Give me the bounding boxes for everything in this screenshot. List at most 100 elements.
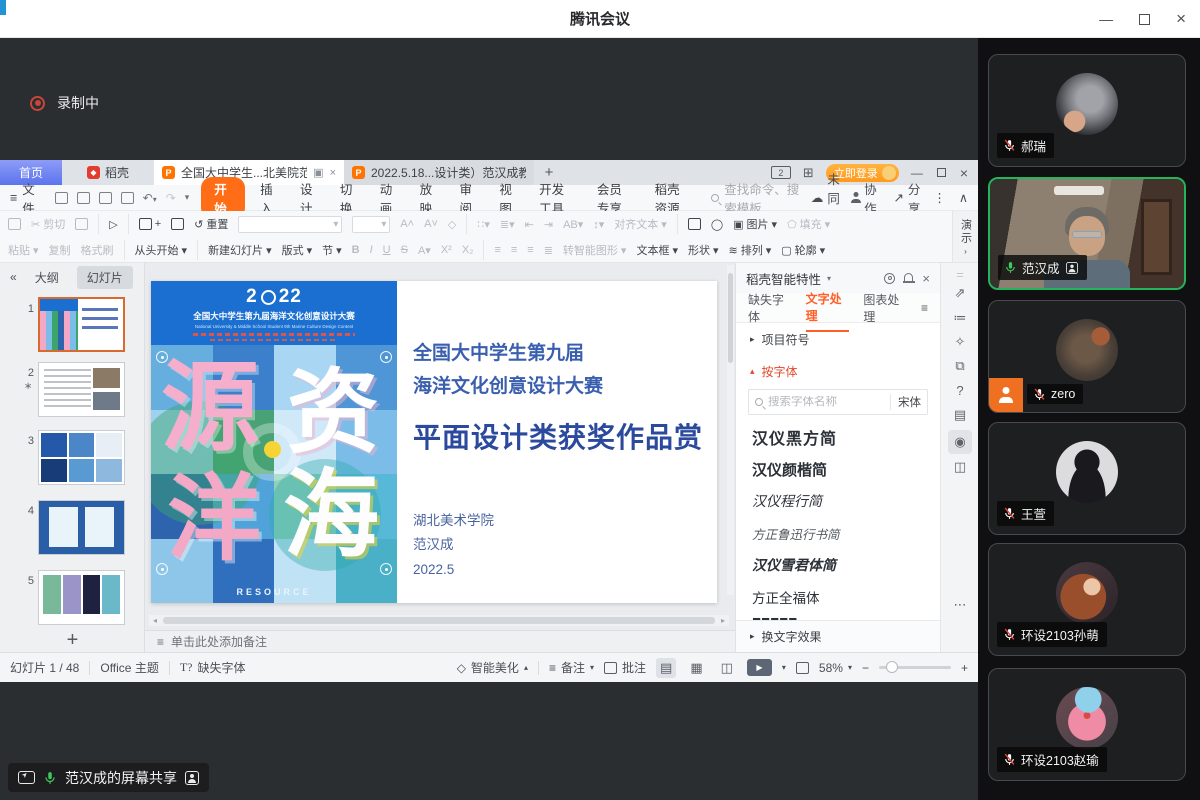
- section-by-font[interactable]: ▴ 按字体: [736, 355, 940, 387]
- picture-button[interactable]: ▣ 图片▾: [733, 216, 777, 232]
- tab-text-processing[interactable]: 文字处理: [806, 284, 850, 332]
- pin-icon[interactable]: ▣: [313, 166, 323, 179]
- current-slide[interactable]: 源 资 洋 海 2 22 全国大中学: [151, 281, 717, 603]
- align-center-icon[interactable]: ≡: [511, 244, 517, 256]
- theme-name[interactable]: Office 主题: [100, 659, 158, 676]
- export-icon[interactable]: [77, 192, 90, 204]
- cut-button[interactable]: ✂ 剪切: [31, 216, 65, 232]
- close-panel-icon[interactable]: ×: [922, 271, 930, 286]
- quick-tools-icon[interactable]: ⇗: [941, 285, 979, 301]
- shapes-icon[interactable]: ◯: [711, 218, 723, 231]
- format-painter-button[interactable]: 格式刷: [81, 242, 114, 258]
- textbox-icon[interactable]: [688, 218, 701, 230]
- slide-thumbnail-1[interactable]: [38, 297, 125, 352]
- collapse-panel-icon[interactable]: «: [10, 270, 17, 284]
- subscript-icon[interactable]: X₂: [462, 244, 474, 256]
- save-icon[interactable]: [55, 192, 68, 204]
- slide-thumbnail-5[interactable]: [38, 570, 125, 625]
- font-option[interactable]: 汉仪黑方简: [736, 421, 940, 453]
- tab-docer[interactable]: ◆ 稻壳: [62, 160, 154, 185]
- play-options-caret-icon[interactable]: ▾: [782, 663, 786, 672]
- indent-decrease-icon[interactable]: ⇤: [525, 218, 534, 231]
- more-options-icon[interactable]: ⋮: [933, 190, 946, 205]
- print-icon[interactable]: [99, 192, 112, 204]
- strikethrough-icon[interactable]: S: [401, 244, 408, 256]
- vertical-scrollbar[interactable]: [727, 265, 734, 595]
- font-search-box[interactable]: 宋体: [748, 389, 928, 415]
- close-tab-icon[interactable]: ×: [330, 167, 336, 179]
- close-icon[interactable]: ×: [1176, 9, 1186, 29]
- numbered-list-icon[interactable]: ≣▾: [500, 218, 515, 231]
- from-start-button[interactable]: 从头开始▾: [135, 242, 188, 258]
- undo-icon[interactable]: ↶▾: [143, 191, 157, 205]
- outline-button[interactable]: ▢ 轮廓▾: [781, 242, 825, 258]
- participant-tile-wangxuan[interactable]: 王萱: [988, 422, 1186, 535]
- zoom-level[interactable]: 58% ▾: [819, 661, 852, 675]
- reading-view-icon[interactable]: ◫: [717, 658, 737, 678]
- font-size-box[interactable]: ▾: [352, 216, 390, 233]
- help-icon[interactable]: ?: [941, 383, 979, 398]
- panel-menu-icon[interactable]: ≡: [921, 301, 928, 315]
- participant-tile-zero[interactable]: zero: [988, 300, 1186, 413]
- screen-share-banner[interactable]: 范汉成的屏幕共享: [8, 763, 209, 792]
- align-right-icon[interactable]: ≡: [527, 244, 533, 256]
- font-option[interactable]: 汉仪颜楷简: [736, 453, 940, 485]
- layout-icon[interactable]: [171, 218, 184, 230]
- copy-button[interactable]: 复制: [49, 242, 71, 258]
- missing-font-status[interactable]: T? 缺失字体: [180, 659, 246, 676]
- image-tools-icon[interactable]: ▤: [941, 407, 979, 423]
- tab-outline[interactable]: 大纲: [31, 266, 63, 289]
- zoom-slider-knob[interactable]: [886, 661, 898, 673]
- participant-tile-sunmeng[interactable]: 环设2103孙萌: [988, 543, 1186, 656]
- notes-button[interactable]: ≡ 备注 ▾: [549, 659, 594, 676]
- participant-tile-fanhancheng[interactable]: 范汉成: [988, 177, 1186, 290]
- panel-title-caret-icon[interactable]: ▾: [827, 274, 831, 283]
- justify-icon[interactable]: ≣: [544, 244, 553, 257]
- reading-mode-icon[interactable]: ◫: [941, 459, 979, 475]
- collapse-ribbon-icon[interactable]: ∧: [959, 190, 968, 205]
- normal-view-icon[interactable]: ▤: [656, 658, 676, 678]
- tab-slides[interactable]: 幻灯片: [77, 266, 133, 289]
- slideshow-play-button[interactable]: ▶: [747, 659, 772, 676]
- font-option[interactable]: 方正全福体: [736, 581, 940, 613]
- docer-features-icon[interactable]: ◉: [948, 430, 972, 454]
- new-slide-icon[interactable]: +: [139, 218, 161, 230]
- present-side-button[interactable]: 演示 ›: [952, 211, 978, 263]
- font-option[interactable]: 汉仪雪君体简: [736, 549, 940, 581]
- participant-tile-haorui[interactable]: 郝瑞: [988, 54, 1186, 167]
- properties-icon[interactable]: ≔: [941, 310, 979, 326]
- more-tools-icon[interactable]: ⋯: [941, 597, 979, 613]
- decrease-font-icon[interactable]: A˅: [424, 218, 438, 230]
- align-left-icon[interactable]: ≡: [494, 244, 500, 256]
- redo-icon[interactable]: ↷: [166, 191, 176, 205]
- slide-thumbnail-4[interactable]: [38, 500, 125, 555]
- participant-tile-zhaoyu[interactable]: 环设2103赵瑜: [988, 668, 1186, 781]
- horizontal-scrollbar[interactable]: ◂ ▸: [149, 615, 729, 626]
- add-slide-button[interactable]: +: [0, 629, 145, 652]
- paste-icon[interactable]: [8, 218, 21, 230]
- clear-format-icon[interactable]: ◇: [448, 218, 456, 231]
- tab-missing-fonts[interactable]: 缺失字体: [748, 285, 792, 331]
- font-option[interactable]: 汉仪程行简: [736, 485, 940, 517]
- layout-button[interactable]: 版式▾: [282, 242, 313, 258]
- paste-button[interactable]: 粘贴▾: [8, 242, 39, 258]
- scroll-right-icon[interactable]: ▸: [717, 616, 729, 625]
- slide-thumbnail-3[interactable]: [38, 430, 125, 485]
- section-text-effect[interactable]: ▸ 换文字效果: [736, 620, 940, 652]
- bullet-list-icon[interactable]: ∷▾: [477, 218, 490, 231]
- underline-icon[interactable]: U: [383, 244, 391, 256]
- font-color-icon[interactable]: A▾: [418, 244, 431, 257]
- bold-icon[interactable]: B: [352, 244, 360, 256]
- smart-beautify-button[interactable]: ◇ 智能美化 ▴: [457, 659, 528, 676]
- comments-button[interactable]: 批注: [604, 659, 646, 676]
- slide-thumbnail-2[interactable]: [38, 362, 125, 417]
- fit-slide-icon[interactable]: [796, 662, 809, 674]
- indent-increase-icon[interactable]: ⇥: [544, 218, 553, 231]
- scroll-left-icon[interactable]: ◂: [149, 616, 161, 625]
- smart-graphic-button[interactable]: 转智能图形▾: [563, 242, 627, 258]
- minimize-icon[interactable]: —: [1099, 11, 1113, 27]
- notes-bar[interactable]: ≡ 单击此处添加备注: [145, 630, 735, 652]
- maximize-icon[interactable]: [1139, 14, 1150, 25]
- zoom-slider[interactable]: [879, 666, 951, 669]
- section-button[interactable]: 节▾: [322, 242, 342, 258]
